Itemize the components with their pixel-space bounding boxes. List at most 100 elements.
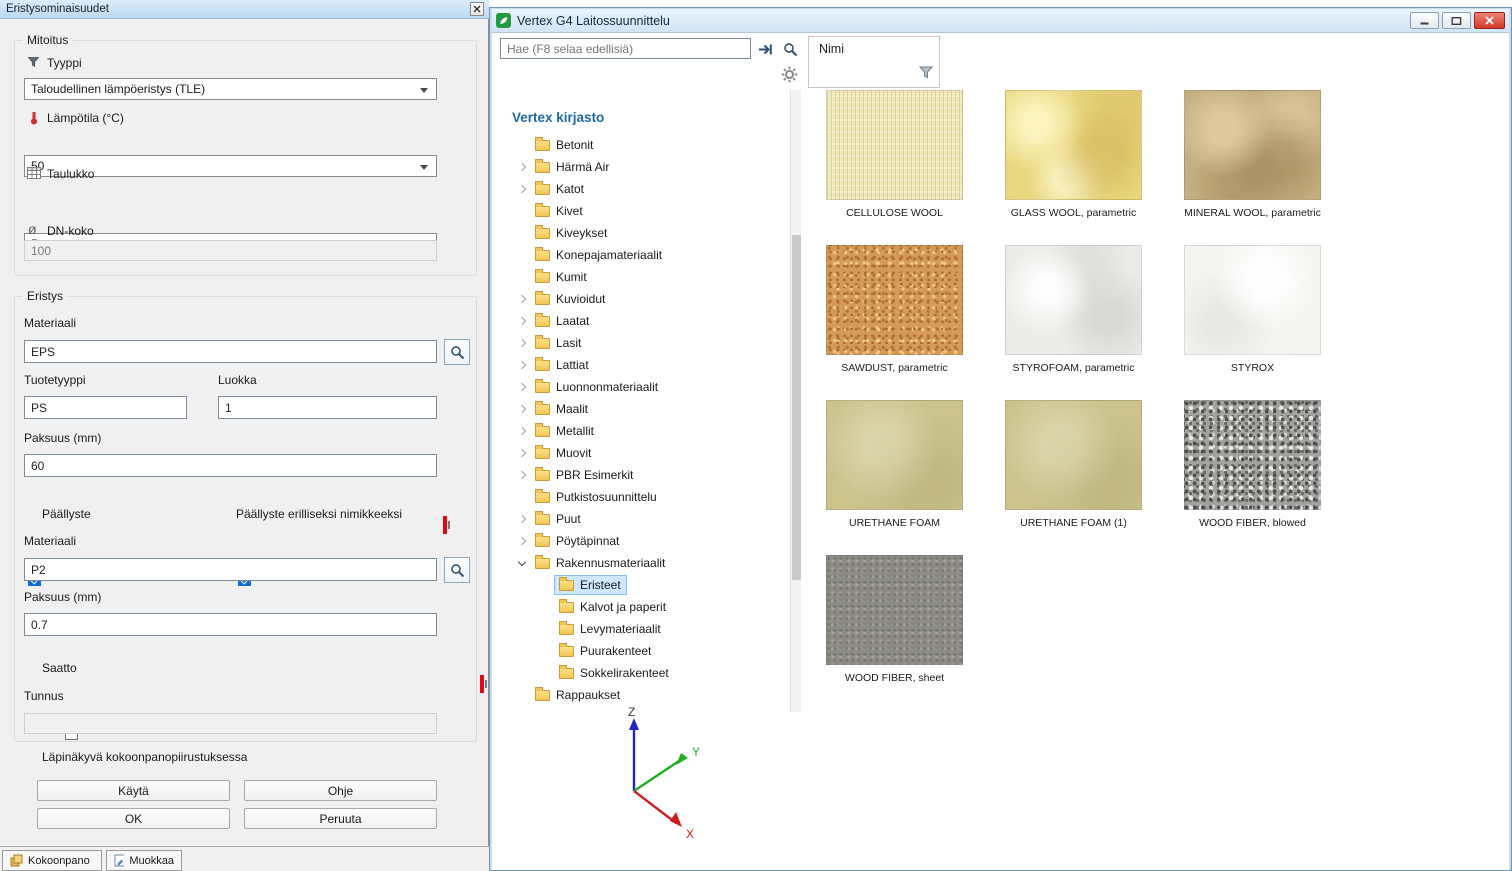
- material-field[interactable]: [24, 340, 437, 363]
- tree-item[interactable]: Rakennusmateriaalit: [494, 552, 790, 574]
- type-combobox[interactable]: Taloudellinen lämpöeristys (TLE): [24, 78, 437, 100]
- tree-expander-icon[interactable]: [540, 579, 552, 591]
- tree-expander-icon[interactable]: [516, 557, 528, 569]
- tree-item[interactable]: Kumit: [494, 266, 790, 288]
- tree-item[interactable]: Levymateriaalit: [494, 618, 790, 640]
- tree-expander-icon[interactable]: [516, 161, 528, 173]
- help-button[interactable]: Ohje: [244, 780, 437, 801]
- tree-item[interactable]: Puurakenteet: [494, 640, 790, 662]
- tree-item[interactable]: Kivet: [494, 200, 790, 222]
- tree-item[interactable]: Lasit: [494, 332, 790, 354]
- tree-item[interactable]: Betonit: [494, 134, 790, 156]
- material-item[interactable]: MINERAL WOOL, parametric: [1184, 90, 1321, 225]
- coating-color-swatch[interactable]: [480, 675, 484, 693]
- tree-item[interactable]: Pöytäpinnat: [494, 530, 790, 552]
- dialog-close-button[interactable]: [470, 2, 484, 16]
- material-item[interactable]: URETHANE FOAM: [826, 400, 963, 535]
- tree-expander-icon[interactable]: [516, 293, 528, 305]
- tree-item[interactable]: Puut: [494, 508, 790, 530]
- tree-item[interactable]: Metallit: [494, 420, 790, 442]
- tree-expander-icon[interactable]: [516, 359, 528, 371]
- settings-button[interactable]: [779, 64, 799, 84]
- tree-expander-icon[interactable]: [540, 667, 552, 679]
- tree-expander-icon[interactable]: [540, 601, 552, 613]
- material-swatch[interactable]: [1005, 400, 1142, 510]
- material-swatch[interactable]: [1184, 400, 1321, 510]
- material-swatch[interactable]: [1184, 245, 1321, 355]
- material-item[interactable]: WOOD FIBER, blowed: [1184, 400, 1321, 535]
- tree-expander-icon[interactable]: [516, 249, 528, 261]
- tree-expander-icon[interactable]: [516, 205, 528, 217]
- material-item[interactable]: STYROFOAM, parametric: [1005, 245, 1142, 380]
- tree-item[interactable]: Konepajamateriaalit: [494, 244, 790, 266]
- tree-item[interactable]: Rappaukset: [494, 684, 790, 706]
- tree-expander-icon[interactable]: [516, 513, 528, 525]
- tree-scrollbar[interactable]: [790, 90, 801, 712]
- tree-item[interactable]: Sokkelirakenteet: [494, 662, 790, 684]
- material-item[interactable]: CELLULOSE WOOL: [826, 90, 963, 225]
- material-item[interactable]: WOOD FIBER, sheet: [826, 555, 963, 690]
- tree-expander-icon[interactable]: [540, 623, 552, 635]
- tree-expander-icon[interactable]: [516, 227, 528, 239]
- tree-expander-icon[interactable]: [516, 381, 528, 393]
- material-item[interactable]: URETHANE FOAM (1): [1005, 400, 1142, 535]
- search-go-button[interactable]: [754, 40, 776, 58]
- tree-item[interactable]: Katot: [494, 178, 790, 200]
- tree-expander-icon[interactable]: [516, 315, 528, 327]
- coating-material-field[interactable]: [24, 558, 437, 581]
- material-swatch[interactable]: [826, 400, 963, 510]
- material-swatch[interactable]: [1005, 90, 1142, 200]
- tree-item[interactable]: Laatat: [494, 310, 790, 332]
- coating-material-search-button[interactable]: [444, 557, 470, 583]
- tab-kokoonpano[interactable]: Kokoonpano: [2, 850, 102, 871]
- material-item[interactable]: GLASS WOOL, parametric: [1005, 90, 1142, 225]
- material-item[interactable]: STYROX: [1184, 245, 1321, 380]
- tree-item[interactable]: Lattiat: [494, 354, 790, 376]
- material-swatch[interactable]: [826, 245, 963, 355]
- tree-item[interactable]: Kiveykset: [494, 222, 790, 244]
- close-button[interactable]: [1474, 12, 1505, 29]
- tree-item-selected[interactable]: Eristeet: [494, 574, 790, 596]
- tree-item[interactable]: Kalvot ja paperit: [494, 596, 790, 618]
- tree-item[interactable]: Putkistosuunnittelu: [494, 486, 790, 508]
- tree-expander-icon[interactable]: [516, 491, 528, 503]
- product-type-field[interactable]: [24, 396, 187, 419]
- tree-expander-icon[interactable]: [516, 337, 528, 349]
- tree-expander-icon[interactable]: [516, 139, 528, 151]
- scrollbar-thumb[interactable]: [792, 235, 801, 580]
- tree-item[interactable]: Härmä Air: [494, 156, 790, 178]
- tree-expander-icon[interactable]: [516, 535, 528, 547]
- minimize-button[interactable]: [1410, 12, 1439, 29]
- class-field[interactable]: [218, 396, 437, 419]
- tree-expander-icon[interactable]: [516, 425, 528, 437]
- tree-expander-icon[interactable]: [540, 645, 552, 657]
- tree-expander-icon[interactable]: [516, 271, 528, 283]
- ok-button[interactable]: OK: [37, 808, 230, 829]
- cancel-button[interactable]: Peruuta: [244, 808, 437, 829]
- tree-expander-icon[interactable]: [516, 447, 528, 459]
- tree-item[interactable]: Luonnonmateriaalit: [494, 376, 790, 398]
- thickness-field[interactable]: [24, 454, 437, 477]
- coating-thickness-field[interactable]: [24, 613, 437, 636]
- tree-item[interactable]: Muovit: [494, 442, 790, 464]
- tree-expander-icon[interactable]: [516, 183, 528, 195]
- material-swatch[interactable]: [1005, 245, 1142, 355]
- tree-expander-icon[interactable]: [516, 689, 528, 701]
- tree-item[interactable]: Maalit: [494, 398, 790, 420]
- insulation-color-swatch[interactable]: [443, 516, 447, 534]
- search-input[interactable]: [500, 38, 751, 59]
- tree-item[interactable]: Kuvioidut: [494, 288, 790, 310]
- tab-muokkaa[interactable]: Muokkaa: [106, 850, 182, 871]
- filter-button[interactable]: [918, 65, 934, 83]
- apply-button[interactable]: Käytä: [37, 780, 230, 801]
- material-swatch[interactable]: [826, 555, 963, 665]
- tree-item[interactable]: PBR Esimerkit: [494, 464, 790, 486]
- material-swatch[interactable]: [1184, 90, 1321, 200]
- material-item[interactable]: SAWDUST, parametric: [826, 245, 963, 380]
- material-swatch[interactable]: [826, 90, 963, 200]
- maximize-button[interactable]: [1442, 12, 1471, 29]
- material-search-button[interactable]: [444, 339, 470, 365]
- tree-expander-icon[interactable]: [516, 403, 528, 415]
- search-button[interactable]: [780, 40, 800, 58]
- tree-expander-icon[interactable]: [516, 469, 528, 481]
